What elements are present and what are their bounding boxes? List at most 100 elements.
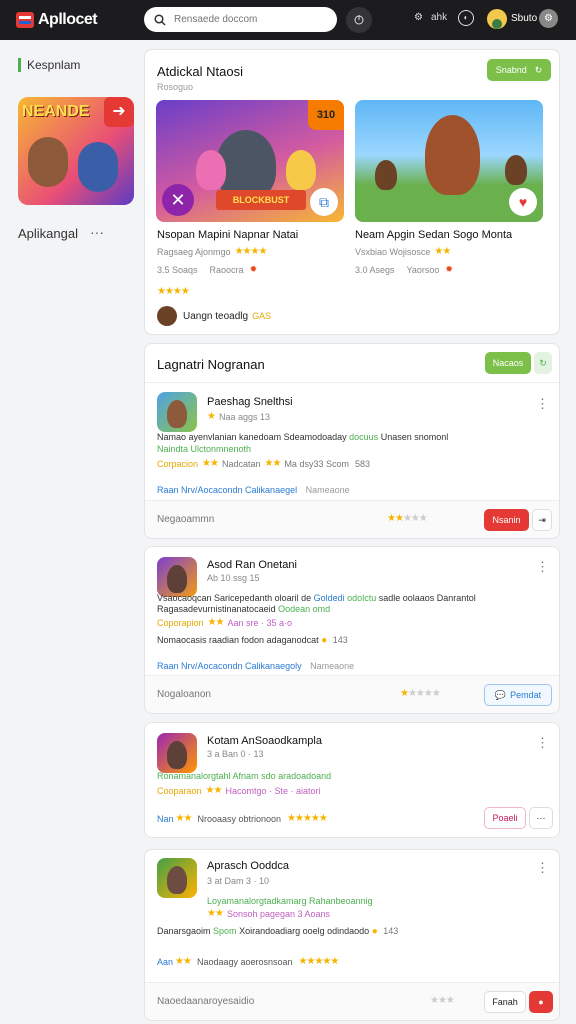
list-action-button[interactable]: Nacaos: [485, 352, 531, 374]
game-stat-b: Yaorsoo: [406, 264, 440, 275]
heart-icon[interactable]: ♥: [509, 188, 537, 216]
more-options-icon[interactable]: ⋮: [536, 735, 549, 751]
meta-mid: Nadcatan: [221, 458, 261, 469]
featured-card: Atdickal Ntaosi Rosoguo Snabnd ↻ BLOCKBU…: [144, 49, 560, 335]
app-icon[interactable]: [157, 733, 197, 773]
sidebar-label[interactable]: Aplikangal: [18, 226, 78, 241]
footer-primary-button[interactable]: Fanah: [484, 991, 526, 1013]
more-options-icon[interactable]: ⋮: [536, 396, 549, 412]
app-description: Ronamanalorgtahl Afnam sdo aradoadoand: [157, 771, 332, 781]
desc-highlight: Oodean omd: [278, 604, 331, 614]
settings-icon[interactable]: ⚙: [539, 9, 558, 28]
search-input[interactable]: [174, 14, 324, 25]
app-tags: Aan ★★ Naodaagy aoerosnsoan ★★★★★: [157, 956, 340, 967]
app-icon[interactable]: [157, 557, 197, 597]
filter-icon-button[interactable]: [346, 7, 372, 33]
app-sub: ★ Naa aggs 13: [207, 411, 270, 422]
game-meta-2: Vsxbiao Wojisosce ★★: [355, 246, 451, 257]
developer-row[interactable]: Uangn teoadlg GAS: [157, 306, 271, 326]
help-icon[interactable]: ◐: [458, 10, 474, 26]
rating-stars: ★★: [205, 785, 223, 796]
footer-primary-button[interactable]: Poaeli: [484, 807, 526, 829]
tool-icon[interactable]: ⚙: [414, 12, 423, 23]
game-meta-1: Ragsaeg Ajonmgo ★★★★: [157, 246, 267, 257]
more-options-icon[interactable]: ⋮: [536, 559, 549, 575]
app-sub: Ab 10 ssg 15: [207, 573, 260, 583]
tag-left: Nan: [157, 813, 174, 824]
character-art: [167, 400, 187, 428]
rating-stars: ★★: [207, 908, 224, 919]
card-footer: Nogaloanon ★★★★★ 💬 Pemdat: [145, 675, 559, 713]
filter-icon: [354, 15, 364, 25]
app-logo[interactable]: Apllocet: [16, 11, 126, 29]
app-name[interactable]: Aprasch Ooddca: [207, 860, 289, 872]
comment-icon: 💬: [494, 689, 507, 700]
search-bar[interactable]: [144, 7, 337, 32]
footer-rating: ★★★★★: [387, 513, 428, 524]
featured-action-button[interactable]: Snabnd ↻: [487, 59, 551, 81]
app-line-3: Danarsgaoim Spom Xoirandoadiarg ooelg od…: [157, 926, 398, 937]
topbar-small-label: ahk: [431, 12, 448, 23]
more-icon[interactable]: ···: [529, 807, 553, 829]
app-link[interactable]: Raan Nrv/Aocacondn Calikanaegel Nameaone: [157, 485, 350, 495]
star-icon: ★: [207, 411, 216, 422]
close-icon[interactable]: ✕: [162, 184, 194, 216]
sidebar-game-thumbnail[interactable]: NEANDE ➜: [18, 97, 134, 205]
desc-text: Namao ayenvlanian kanedoam Sdeamodoaday: [157, 432, 347, 442]
desc-text-end: sadle oolaaos Danrantol: [378, 593, 476, 603]
list-title: Lagnatri Nogranan: [157, 357, 265, 372]
footer-primary-button[interactable]: 💬 Pemdat: [484, 684, 552, 706]
game-stat-1: 3.5 Soaqs Raoocra ✹: [157, 264, 257, 275]
app-meta: Coporapion ★★ Aan sre · 35 a·o: [157, 617, 292, 628]
line-count: 143: [332, 635, 348, 645]
game-name-2[interactable]: Neam Apgin Sedan Sogo Monta: [355, 229, 512, 241]
app-description-2: Naindta Ulctonmnenoth: [157, 444, 252, 454]
game-stat-a: 3.0 Asegs: [355, 264, 395, 275]
corner-badge: 310: [308, 100, 344, 130]
app-meta: ★★ Sonsoh pagegan 3 Aoans: [207, 908, 330, 919]
link-end: Nameaone: [310, 661, 355, 671]
rating-stars: ★★: [434, 246, 451, 257]
record-icon[interactable]: ●: [529, 991, 553, 1013]
avatar[interactable]: [487, 9, 507, 29]
game-name-1[interactable]: Nsopan Mapini Napnar Natai: [157, 229, 298, 241]
app-name[interactable]: Kotam AnSoaodkampla: [207, 735, 322, 747]
app-tags: Nan ★★ Nrooaasy obtrionoon ★★★★★: [157, 813, 328, 824]
meta-count: 583: [354, 458, 370, 469]
thumb-title: NEANDE: [22, 103, 90, 120]
app-icon[interactable]: [157, 858, 197, 898]
rating-stars: ★★★★★: [287, 813, 328, 824]
rating-stars: ★★★★★: [298, 956, 340, 967]
refresh-icon[interactable]: ↻: [534, 352, 552, 374]
emoji-icon: ●: [371, 926, 378, 937]
developer-avatar: [157, 306, 177, 326]
more-icon[interactable]: ···: [90, 224, 104, 240]
meta-mid: Aan sre · 35 a·o: [227, 617, 293, 628]
link-end: Nameaone: [305, 485, 350, 495]
link-text[interactable]: Raan Nrv/Aocacondn Calikanaegoly: [157, 661, 302, 671]
app-icon[interactable]: [157, 392, 197, 432]
more-options-icon[interactable]: ⋮: [536, 860, 549, 876]
share-icon[interactable]: ⧉: [310, 188, 338, 216]
app-description: Vsaocaoqcan Saricepedanth oloaril de Gol…: [157, 593, 476, 603]
app-name[interactable]: Asod Ran Onetani: [207, 559, 297, 571]
desc-text: Vsaocaoqcan Saricepedanth oloaril de: [157, 593, 312, 603]
footer-primary-button[interactable]: Nsanin: [484, 509, 529, 531]
link-text[interactable]: Raan Nrv/Aocacondn Calikanaegel: [157, 485, 297, 495]
meta-mid: Sonsoh pagegan 3 Aoans: [226, 908, 331, 919]
refresh-icon: ↻: [534, 64, 543, 75]
arrow-icon[interactable]: ➜: [104, 97, 134, 127]
line-left: Danarsgaoim: [157, 926, 211, 936]
card-footer: Negaoammn ★★★★★ Nsanin ⇥: [145, 500, 559, 538]
app-name[interactable]: Paeshag Snelthsi: [207, 396, 293, 408]
game-image-1[interactable]: BLOCKBUST 310 ✕ ⧉: [156, 100, 344, 222]
search-icon: [154, 13, 166, 26]
button-label: Pemdat: [510, 690, 542, 700]
app-link[interactable]: Raan Nrv/Aocacondn Calikanaegoly Nameaon…: [157, 661, 354, 671]
flame-icon: ✹: [445, 264, 453, 274]
character-art: [505, 155, 527, 185]
export-icon[interactable]: ⇥: [532, 509, 552, 531]
rating-stars: ★★: [175, 956, 192, 967]
game-image-2[interactable]: ♥: [355, 100, 543, 222]
game-meta-text: Ragsaeg Ajonmgo: [157, 246, 231, 257]
